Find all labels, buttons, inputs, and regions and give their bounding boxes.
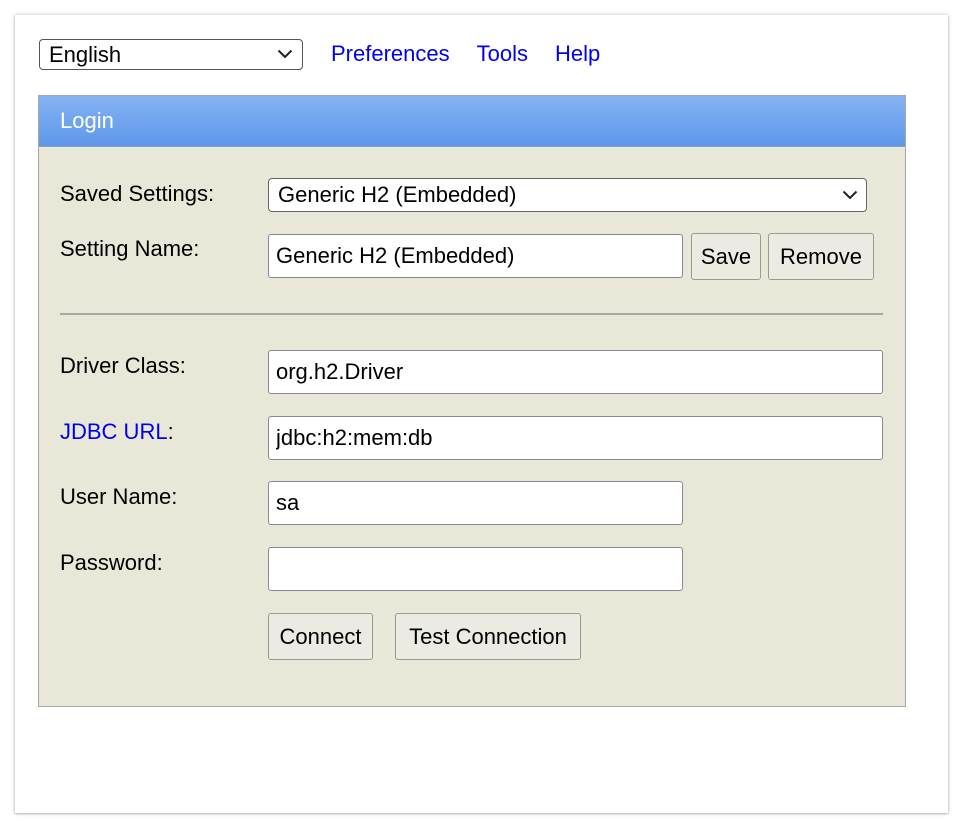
remove-button[interactable]: Remove	[768, 233, 874, 280]
top-navigation: English Preferences Tools Help	[39, 37, 600, 71]
page-card: English Preferences Tools Help Login Sav…	[15, 15, 948, 813]
password-label: Password:	[60, 550, 163, 575]
setting-name-label: Setting Name:	[60, 236, 200, 261]
language-select[interactable]: English	[39, 38, 303, 70]
saved-settings-label: Saved Settings:	[60, 181, 215, 206]
login-panel-title: Login	[60, 108, 114, 133]
login-panel: Login Saved Settings: Generic H2 (Embedd…	[38, 95, 906, 707]
save-button[interactable]: Save	[691, 233, 761, 280]
setting-name-input[interactable]	[268, 234, 683, 278]
section-divider	[60, 313, 883, 315]
language-select-value: English	[49, 41, 122, 67]
jdbc-url-input[interactable]	[268, 416, 883, 460]
password-input[interactable]	[268, 547, 683, 591]
jdbc-url-link[interactable]: JDBC URL	[60, 419, 168, 444]
user-name-label: User Name:	[60, 484, 178, 509]
chevron-down-icon	[277, 49, 293, 59]
driver-class-input[interactable]	[268, 350, 883, 394]
connect-button[interactable]: Connect	[268, 613, 373, 660]
chevron-down-icon	[842, 190, 858, 200]
saved-settings-select[interactable]: Generic H2 (Embedded)	[268, 178, 867, 212]
preferences-link[interactable]: Preferences	[331, 37, 450, 71]
jdbc-url-colon: :	[167, 419, 174, 444]
help-link[interactable]: Help	[555, 37, 600, 71]
tools-link[interactable]: Tools	[477, 37, 528, 71]
user-name-input[interactable]	[268, 481, 683, 525]
saved-settings-value: Generic H2 (Embedded)	[278, 182, 517, 207]
test-connection-button[interactable]: Test Connection	[395, 613, 581, 660]
jdbc-url-label: JDBC URL:	[60, 419, 174, 445]
driver-class-label: Driver Class:	[60, 353, 186, 378]
login-panel-header: Login	[39, 96, 905, 147]
